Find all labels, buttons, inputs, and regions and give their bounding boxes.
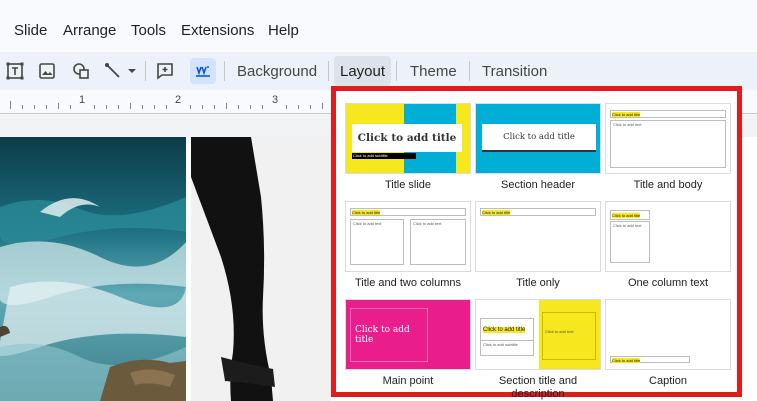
ruler-tick <box>250 105 251 109</box>
layout-thumb-title: Click to add title <box>612 358 641 363</box>
layout-label: Title only <box>516 277 560 289</box>
layout-label: Caption <box>649 375 687 387</box>
ruler-tick <box>238 105 239 109</box>
ruler-tick <box>94 105 95 109</box>
layout-one-column-text[interactable]: Click to add title Click to add text One… <box>605 201 731 289</box>
layout-thumb-title: Click to add title <box>482 210 511 215</box>
layout-title-slide[interactable]: Click to add title Click to add subtitle… <box>345 103 471 191</box>
layout-thumb-title: Click to add title <box>352 210 381 215</box>
ruler-number: 3 <box>272 94 279 106</box>
input-tools-icon[interactable] <box>190 58 216 84</box>
layout-thumb-title: Click to add title <box>483 327 526 333</box>
layout-thumbnail[interactable]: Click to add title Click to add text <box>605 103 731 174</box>
menu-help[interactable]: Help <box>268 22 299 39</box>
ruler-tick <box>298 105 299 109</box>
layout-thumb-title: Click to add title <box>503 132 575 142</box>
toolbar-divider <box>469 61 470 81</box>
layout-thumbnail[interactable]: Click to add title <box>475 103 601 174</box>
shape-icon[interactable] <box>68 58 94 84</box>
ruler-tick <box>130 103 131 109</box>
layout-dropdown: Click to add title Click to add subtitle… <box>331 86 742 400</box>
layout-title-two-columns[interactable]: Click to add title Click to add text Cli… <box>345 201 471 289</box>
layout-thumb-col1: Click to add text <box>353 221 382 226</box>
layout-thumb-subtitle: Click to add subtitle <box>353 153 388 158</box>
layout-thumb-subtitle: Click to add subtitle <box>483 342 518 347</box>
ruler-tick <box>142 105 143 109</box>
ruler-tick <box>10 101 11 109</box>
menu-extensions[interactable]: Extensions <box>181 22 254 39</box>
layout-title-only[interactable]: Click to add title Title only <box>475 201 601 289</box>
layout-thumb-title: Click to add title <box>355 325 410 345</box>
layout-thumb-title: Click to add title <box>612 213 641 218</box>
layout-thumb-body: Click to add text <box>545 329 574 334</box>
toolbar-divider <box>396 61 397 81</box>
ruler-tick <box>58 103 59 109</box>
ruler-tick <box>166 105 167 109</box>
layout-button[interactable]: Layout <box>334 56 392 86</box>
toolbar-divider <box>145 61 146 81</box>
layout-thumb-col2: Click to add text <box>413 221 442 226</box>
ruler-number: 1 <box>79 94 86 106</box>
menu-arrange[interactable]: Arrange <box>63 22 116 39</box>
layout-thumb-title: Click to add title <box>357 132 457 144</box>
line-icon[interactable] <box>100 58 126 84</box>
layout-section-title-description[interactable]: Click to add title Click to add subtitle… <box>475 299 601 400</box>
layout-thumbnail[interactable]: Click to add title Click to add text Cli… <box>345 201 471 272</box>
layout-thumbnail[interactable]: Click to add title Click to add text <box>605 201 731 272</box>
transition-button[interactable]: Transition <box>476 56 553 86</box>
layout-thumb-body: Click to add text <box>613 122 642 127</box>
ruler-tick <box>118 105 119 109</box>
layout-caption[interactable]: Click to add title Caption <box>605 299 731 387</box>
ruler-tick <box>34 105 35 109</box>
background-button[interactable]: Background <box>231 56 323 86</box>
ruler-tick <box>226 103 227 109</box>
ruler-tick <box>154 105 155 109</box>
ruler-tick <box>322 103 323 109</box>
toolbar-divider <box>224 61 225 81</box>
layout-section-header[interactable]: Click to add title Section header <box>475 103 601 191</box>
ruler-tick <box>214 105 215 109</box>
ruler-tick <box>46 105 47 109</box>
layout-thumbnail[interactable]: Click to add title Click to add subtitle… <box>475 299 601 370</box>
ruler-number: 2 <box>175 94 182 106</box>
menu-tools[interactable]: Tools <box>131 22 166 39</box>
add-comment-icon[interactable] <box>152 58 178 84</box>
ruler-tick <box>286 105 287 109</box>
ruler-tick <box>70 105 71 109</box>
ocean-photo[interactable] <box>0 137 186 401</box>
layout-label: Title and body <box>633 179 703 191</box>
layout-thumbnail[interactable]: Click to add title <box>605 299 731 370</box>
layout-label: Section title and description <box>498 375 578 400</box>
ruler-tick <box>262 105 263 109</box>
theme-button[interactable]: Theme <box>404 56 463 86</box>
slides-window: Slide Arrange Tools Extensions Help Back… <box>0 0 757 401</box>
person-photo[interactable] <box>191 137 331 401</box>
layout-label: One column text <box>627 277 709 289</box>
layout-thumb-title: Click to add title <box>612 112 641 117</box>
menu-slide[interactable]: Slide <box>14 22 47 39</box>
ruler-tick <box>106 105 107 109</box>
layout-main-point[interactable]: Click to add title Main point <box>345 299 471 387</box>
layout-label: Main point <box>382 375 434 387</box>
layout-thumb-body: Click to add text <box>613 223 642 228</box>
layout-label: Title and two columns <box>355 277 461 289</box>
ruler-tick <box>202 105 203 109</box>
image-icon[interactable] <box>34 58 60 84</box>
ruler-tick <box>22 105 23 109</box>
toolbar: Background Layout Theme Transition <box>0 52 757 90</box>
layout-label: Section header <box>501 179 575 191</box>
text-box-icon[interactable] <box>2 58 28 84</box>
toolbar-divider <box>328 61 329 81</box>
layout-thumbnail[interactable]: Click to add title Click to add subtitle <box>345 103 471 174</box>
layout-thumbnail[interactable]: Click to add title <box>345 299 471 370</box>
chevron-down-icon[interactable] <box>124 58 140 84</box>
layout-thumbnail[interactable]: Click to add title <box>475 201 601 272</box>
menu-bar: Slide Arrange Tools Extensions Help <box>0 0 757 52</box>
ruler-tick <box>310 105 311 109</box>
layout-label: Title slide <box>384 179 432 191</box>
ruler-tick <box>190 105 191 109</box>
layout-title-and-body[interactable]: Click to add title Click to add text Tit… <box>605 103 731 191</box>
